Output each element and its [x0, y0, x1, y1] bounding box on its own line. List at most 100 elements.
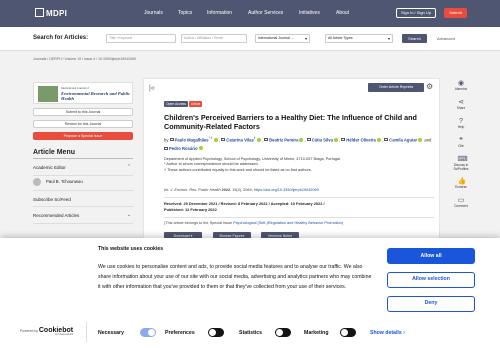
article-type-badge: Article [188, 101, 203, 107]
editor-entry[interactable]: Paul B. Tchounwou [33, 176, 133, 188]
mail-icon[interactable] [341, 138, 346, 142]
logo-text: MDPI [46, 9, 68, 18]
orcid-icon[interactable] [333, 137, 338, 142]
allow-all-button[interactable]: Allow all [387, 248, 475, 264]
rail-share[interactable]: ⋖ Share [450, 99, 472, 118]
orcid-icon[interactable] [213, 137, 218, 142]
orcid-icon[interactable] [198, 146, 203, 151]
top-navbar: MDPI Journals Topics Information Author … [0, 0, 500, 27]
journal-title: International Journal of Environmental Re… [61, 86, 133, 101]
journal-cover-image [38, 86, 58, 102]
author-name[interactable]: Beatriz Pereira [269, 137, 298, 142]
powered-by-label: Powered by [20, 329, 38, 333]
journal-banner[interactable]: International Journal of Environmental Re… [33, 82, 133, 104]
academic-editor-section[interactable]: Academic Editor ⌃ [33, 159, 133, 176]
rail-endorse[interactable]: 👍 Endorse [450, 178, 472, 197]
nav-information[interactable]: Information [207, 10, 232, 16]
author-name[interactable]: Pedro Rosário [169, 146, 198, 151]
mail-icon[interactable] [164, 146, 168, 150]
dates-line-2: Published: 12 February 2022 [164, 206, 217, 212]
order-reprints-button[interactable]: Order Article Reprints [368, 83, 424, 92]
title-keyword-input[interactable]: Title / Keyword [106, 34, 176, 43]
article-type-select[interactable]: All Article Types [325, 34, 393, 43]
preferences-toggle[interactable] [208, 328, 224, 337]
by-label: by [164, 137, 169, 143]
back-icon[interactable]: |« [149, 85, 155, 92]
special-issue-prefix: (This article belongs to the Special Iss… [164, 221, 233, 225]
mail-icon[interactable] [221, 138, 226, 142]
mail-icon[interactable] [169, 138, 174, 142]
subscribe-label: Subscribe SciFeed [33, 197, 71, 202]
rail-discuss[interactable]: ⌨ Discuss in SciProfiles [450, 156, 472, 178]
avatar [33, 178, 41, 186]
submit-to-journal-button[interactable]: Submit to this Journal [33, 108, 133, 116]
special-issue-suffix: ) [341, 221, 343, 225]
author-name[interactable]: Catarina Vilas [226, 137, 254, 142]
nav-topics[interactable]: Topics [178, 10, 192, 16]
divider [164, 197, 434, 198]
citation: Int. J. Environ. Res. Public Health 2022… [164, 188, 436, 192]
toggle-knob [209, 329, 216, 336]
cookiebot-logo[interactable]: Powered by Cookiebot by Usercentrics [20, 327, 73, 336]
gear-icon[interactable]: ⚙ [426, 82, 433, 91]
altmetric-icon: ◉ [457, 80, 465, 87]
propose-special-issue-button[interactable]: Propose a Special Issue [33, 132, 133, 140]
allow-selection-button[interactable]: Allow selection [387, 272, 475, 288]
rail-help[interactable]: ? Help [450, 118, 472, 137]
subscribe-scifeed-item[interactable]: Subscribe SciFeed [33, 190, 133, 207]
correspondence-text: Author to whom correspondence should be … [166, 162, 259, 167]
submit-button[interactable]: Submit [444, 8, 467, 18]
marketing-toggle[interactable] [340, 328, 356, 337]
nav-about[interactable]: About [336, 10, 349, 16]
mdpi-logo[interactable]: MDPI [35, 8, 67, 18]
rail-altmetric[interactable]: ◉ Altmetric [450, 80, 472, 99]
article-panel: |« Order Article Reprints ⚙ Open Access A… [143, 78, 440, 256]
editor-name[interactable]: Paul B. Tchounwou [46, 179, 83, 184]
open-access-badge: Open Access [164, 101, 188, 107]
nav-initiatives[interactable]: Initiatives [299, 10, 320, 16]
recommended-articles-item[interactable]: Recommended Articles ⌄ [33, 207, 133, 224]
nav-author-services[interactable]: Author Services [248, 10, 283, 16]
journal-abbrev: Int. J. Environ. Res. Public Health [164, 188, 221, 192]
article-tags: Open Access Article [164, 101, 203, 107]
mail-icon[interactable] [384, 138, 389, 142]
mail-icon[interactable] [306, 138, 311, 142]
right-action-rail: ◉ Altmetric ⋖ Share ? Help ❝ Cite ⌨ Discuss i… [450, 80, 472, 216]
breadcrumb[interactable]: Journals / IJERPH / Volume 19 / Issue 4 … [33, 57, 136, 61]
academic-editor-label: Academic Editor [33, 165, 66, 170]
category-necessary-label: Necessary [98, 330, 124, 336]
author-name[interactable]: Paulo Magalhães [175, 137, 209, 142]
search-bar: Search for Articles: Title / Keyword Aut… [0, 27, 500, 51]
orcid-icon[interactable] [299, 137, 304, 142]
search-button[interactable]: Search [402, 34, 427, 43]
comment-icon: ▭ [457, 197, 465, 204]
statistics-toggle[interactable] [275, 328, 291, 337]
doi-link[interactable]: https://doi.org/10.3390/ijerph19042069 [254, 188, 319, 192]
cookie-title: This website uses cookies [98, 246, 164, 252]
orcid-icon[interactable] [418, 137, 423, 142]
orcid-icon[interactable] [256, 137, 261, 142]
discuss-icon: ⌨ [457, 156, 468, 163]
nav-journals[interactable]: Journals [144, 10, 163, 16]
review-for-journal-button[interactable]: Review for this Journal [33, 120, 133, 128]
rail-comment[interactable]: ▭ Comment [450, 197, 472, 216]
endorse-icon: 👍 [457, 178, 467, 185]
cite-icon: ❝ [459, 137, 463, 144]
author-name[interactable]: Hélder Oliveira [346, 137, 376, 142]
divider [164, 217, 434, 218]
rail-cite[interactable]: ❝ Cite [450, 137, 472, 156]
equal-contribution-note: † These authors contributed equally to t… [164, 167, 312, 172]
show-details-link[interactable]: Show details › [370, 330, 405, 336]
sign-in-button[interactable]: Sign In / Sign Up [396, 8, 436, 18]
orcid-icon[interactable] [376, 137, 381, 142]
category-preferences-label: Preferences [165, 330, 195, 336]
deny-button[interactable]: Deny [387, 296, 475, 312]
author-name[interactable]: Camila Aguiar [389, 137, 417, 142]
author-name[interactable]: Cátia Silva [312, 137, 333, 142]
advanced-search-link[interactable]: Advanced [437, 36, 455, 41]
author-input[interactable]: Author / Affiliation / Email [181, 34, 247, 43]
mail-icon[interactable] [264, 138, 269, 142]
special-issue-link[interactable]: Psychological (Self-)Regulation and Heal… [233, 221, 341, 225]
equal-contribution-text: These authors contributed equally to thi… [167, 167, 312, 172]
journal-select[interactable]: International Journal ... [255, 34, 310, 43]
